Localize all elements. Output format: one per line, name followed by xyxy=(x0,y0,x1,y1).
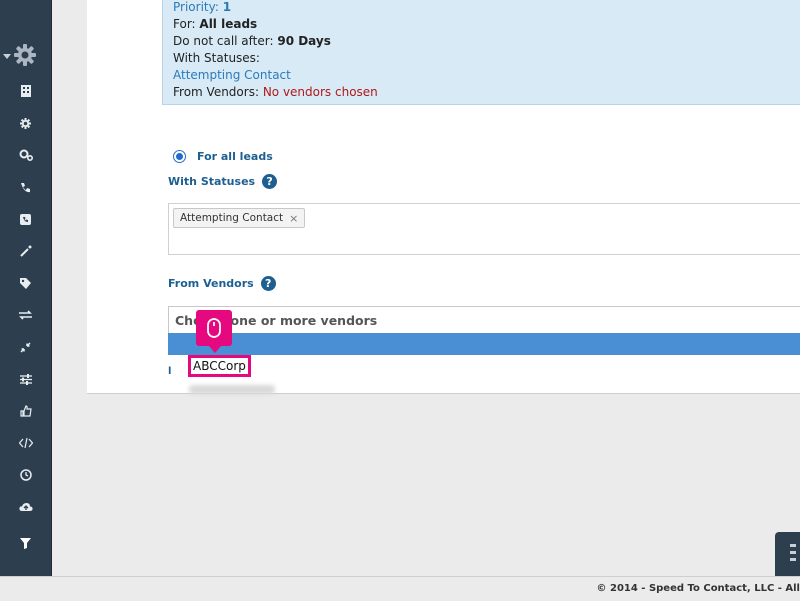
vendors-line: From Vendors: No vendors chosen xyxy=(173,84,378,100)
cogs-icon[interactable] xyxy=(0,142,51,168)
gear-icon xyxy=(14,43,36,69)
from-vendors-field: From Vendors ? xyxy=(168,276,276,291)
building-icon[interactable] xyxy=(0,78,51,104)
magic-wand-icon[interactable] xyxy=(0,238,51,264)
help-icon[interactable]: ? xyxy=(262,174,278,189)
tag-icon[interactable] xyxy=(0,270,51,296)
filter-icon[interactable] xyxy=(0,530,51,556)
phone-icon[interactable] xyxy=(0,174,51,200)
statuses-select[interactable]: Attempting Contact × xyxy=(168,203,800,255)
sidebar xyxy=(0,0,52,576)
vendors-input[interactable]: Choose one or more vendors xyxy=(168,306,800,334)
main-panel: Priority: 1 For: All leads Do not call a… xyxy=(87,0,800,394)
vendor-option-abccorp[interactable]: ABCCorp xyxy=(188,355,251,377)
vendors-label: From Vendors: xyxy=(173,85,263,99)
priority-line: Priority: 1 xyxy=(173,0,231,15)
statuses-label: With Statuses: xyxy=(173,51,260,65)
help-icon[interactable]: ? xyxy=(260,276,276,291)
dnc-line: Do not call after: 90 Days xyxy=(173,33,331,49)
all-leads-option[interactable]: For all leads xyxy=(173,150,273,163)
status-value: Attempting Contact xyxy=(173,68,291,82)
status-chip: Attempting Contact × xyxy=(173,208,306,228)
with-statuses-label: With Statuses xyxy=(168,175,256,188)
for-line: For: All leads xyxy=(173,16,257,32)
from-vendors-label: From Vendors xyxy=(168,277,254,290)
priority-label: Priority: xyxy=(173,0,223,14)
sliders-icon[interactable] xyxy=(0,366,51,392)
caret-down-icon xyxy=(3,53,11,59)
all-leads-radio[interactable] xyxy=(173,150,186,163)
exchange-icon[interactable] xyxy=(0,302,51,328)
all-leads-radio-label: For all leads xyxy=(197,150,273,163)
vendor-option-blurred[interactable] xyxy=(189,385,275,394)
status-chip-label: Attempting Contact xyxy=(180,212,284,224)
rule-summary: Priority: 1 For: All leads Do not call a… xyxy=(162,0,800,105)
click-indicator xyxy=(196,310,232,353)
for-label: For: xyxy=(173,17,200,31)
mouse-icon xyxy=(207,318,221,338)
settings-menu-toggle[interactable] xyxy=(3,42,49,70)
with-statuses-field: With Statuses ? xyxy=(168,174,278,189)
for-value: All leads xyxy=(199,17,258,31)
menu-icon[interactable] xyxy=(775,532,800,576)
priority-value: 1 xyxy=(222,0,232,14)
clock-icon[interactable] xyxy=(0,462,51,488)
dropdown-option-highlighted[interactable] xyxy=(168,333,800,355)
vendors-value: No vendors chosen xyxy=(262,85,378,99)
compress-icon[interactable] xyxy=(0,334,51,360)
footer: © 2014 - Speed To Contact, LLC - All xyxy=(0,576,800,601)
cloud-upload-icon[interactable] xyxy=(0,494,51,520)
dnc-value: 90 Days xyxy=(277,34,331,48)
dnc-label: Do not call after: xyxy=(173,34,278,48)
phone-square-icon[interactable] xyxy=(0,206,51,232)
footer-copyright: © 2014 - Speed To Contact, LLC - All xyxy=(596,583,800,594)
close-icon[interactable]: × xyxy=(289,212,298,225)
hidden-label-fragment: l xyxy=(168,366,172,377)
thumbs-up-icon[interactable] xyxy=(0,398,51,424)
code-icon[interactable] xyxy=(0,430,51,456)
cog-icon[interactable] xyxy=(0,110,51,136)
